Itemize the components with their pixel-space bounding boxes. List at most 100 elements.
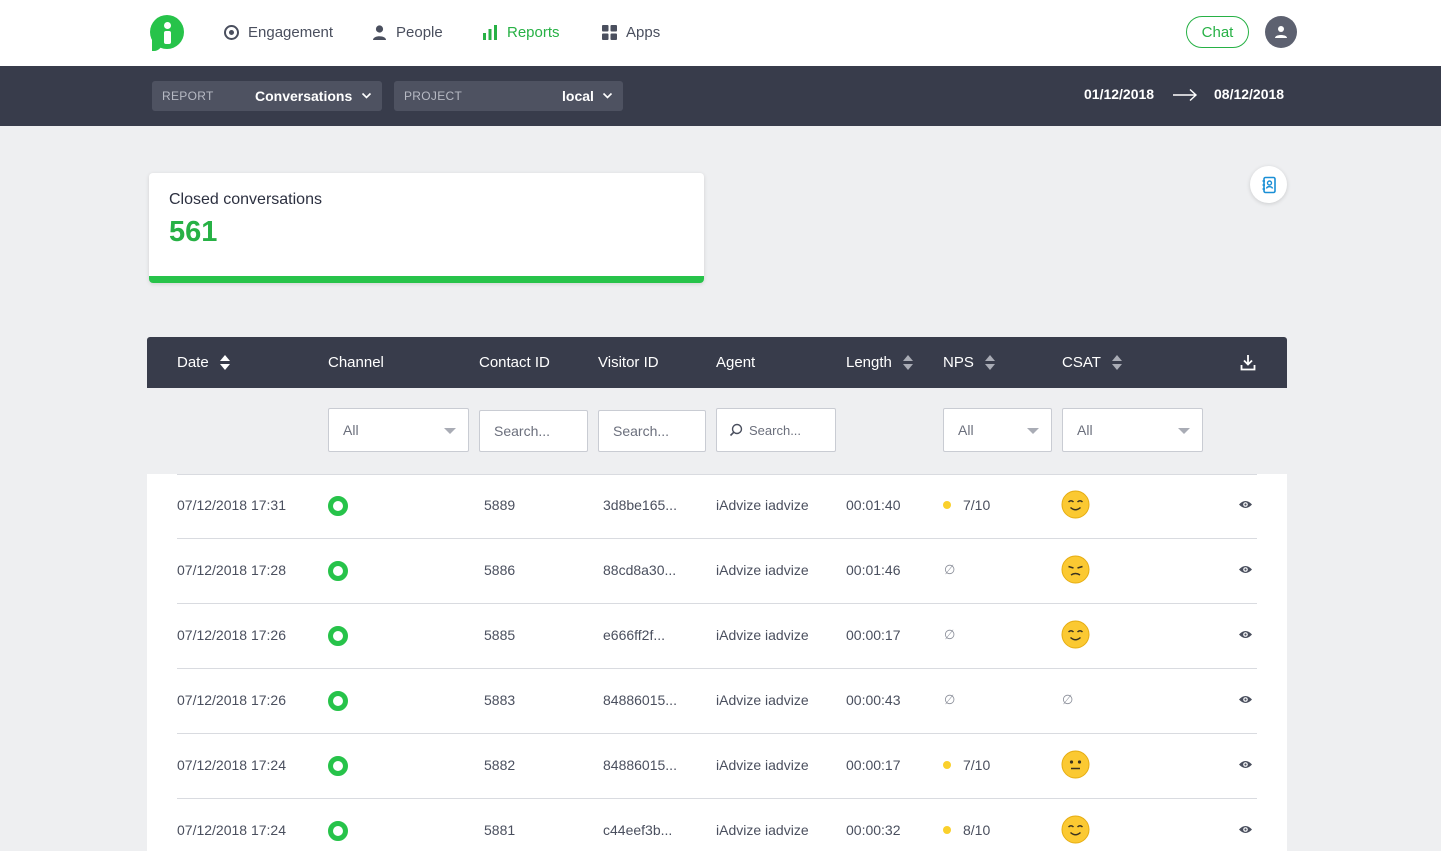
cell-contact-id: 5883: [484, 692, 516, 708]
chat-button[interactable]: Chat: [1186, 16, 1249, 48]
nps-filter[interactable]: All: [943, 408, 1052, 452]
table-header: Date Channel Contact ID Visitor ID Agent…: [147, 337, 1287, 388]
caret-down-icon: [1178, 428, 1190, 434]
chat-channel-icon: [328, 756, 348, 776]
happy-face-icon: [1061, 490, 1090, 519]
col-csat[interactable]: CSAT: [1062, 354, 1123, 371]
col-agent-label: Agent: [716, 354, 756, 371]
nav-engagement[interactable]: Engagement: [223, 21, 333, 43]
eye-icon[interactable]: [1238, 629, 1253, 640]
report-select-value: Conversations: [255, 88, 353, 104]
cell-date: 07/12/2018 17:24: [177, 757, 286, 773]
contact-id-search[interactable]: Search...: [479, 410, 588, 452]
kpi-value: 561: [169, 216, 218, 248]
happy-face-icon: [1061, 815, 1090, 844]
date-to[interactable]: 08/12/2018: [1214, 86, 1284, 102]
eye-icon[interactable]: [1238, 499, 1253, 510]
caret-down-icon: [444, 428, 456, 434]
cell-nps: ∅: [944, 627, 956, 642]
grid-icon: [602, 24, 617, 40]
project-select-value: local: [562, 88, 594, 104]
table-body: 07/12/2018 17:31 5889 3d8be165... iAdvize i…: [147, 474, 1287, 851]
cell-csat: ∅: [1062, 692, 1074, 707]
cell-visitor-id: 3d8be165...: [603, 497, 677, 513]
channel-filter[interactable]: All: [328, 408, 469, 452]
cell-nps: 7/10: [943, 757, 990, 773]
logo[interactable]: [150, 15, 184, 51]
cell-date: 07/12/2018 17:28: [177, 562, 286, 578]
visitor-id-search-placeholder: Search...: [613, 423, 670, 439]
sort-icon[interactable]: [984, 354, 996, 371]
col-csat-label: CSAT: [1062, 354, 1101, 371]
csat-filter-value: All: [1077, 422, 1093, 438]
col-contact-id: Contact ID: [479, 354, 550, 371]
caret-down-icon: [1027, 428, 1039, 434]
eye-icon[interactable]: [1238, 694, 1253, 705]
cell-visitor-id: 84886015...: [603, 757, 677, 773]
project-select[interactable]: PROJECT local: [394, 81, 623, 111]
download-icon[interactable]: [1240, 354, 1256, 371]
chat-channel-icon: [328, 691, 348, 711]
cell-agent: iAdvize iadvize: [716, 627, 809, 643]
table-row[interactable]: 07/12/2018 17:26 5883 84886015... iAdvize i…: [147, 669, 1287, 734]
sort-icon[interactable]: [1111, 354, 1123, 371]
csat-filter[interactable]: All: [1062, 408, 1203, 452]
table-row[interactable]: 07/12/2018 17:24 5881 c44eef3b... iAdvize i…: [147, 799, 1287, 851]
cell-visitor-id: 84886015...: [603, 692, 677, 708]
col-agent: Agent: [716, 354, 755, 371]
table-row[interactable]: 07/12/2018 17:24 5882 84886015... iAdvize i…: [147, 734, 1287, 799]
kpi-accent-bar: [149, 276, 704, 283]
nav-reports[interactable]: Reports: [481, 21, 560, 43]
col-length[interactable]: Length: [846, 354, 914, 371]
cell-date: 07/12/2018 17:26: [177, 627, 286, 643]
sort-icon[interactable]: [219, 354, 231, 371]
bar-chart-icon: [483, 24, 497, 40]
table-row[interactable]: 07/12/2018 17:31 5889 3d8be165... iAdvize i…: [147, 474, 1287, 539]
cell-agent: iAdvize iadvize: [716, 822, 809, 838]
eye-icon[interactable]: [1238, 564, 1253, 575]
cell-nps: 7/10: [943, 497, 990, 513]
avatar[interactable]: [1265, 16, 1297, 48]
user-icon: [1275, 26, 1287, 38]
table-row[interactable]: 07/12/2018 17:26 5885 e666ff2f... iAdvize i…: [147, 604, 1287, 669]
visitor-id-search[interactable]: Search...: [598, 410, 706, 452]
report-select[interactable]: REPORT Conversations: [152, 81, 382, 111]
person-icon: [373, 24, 386, 40]
col-nps-label: NPS: [943, 354, 974, 371]
table-row[interactable]: 07/12/2018 17:28 5886 88cd8a30... iAdvize i…: [147, 539, 1287, 604]
cell-agent: iAdvize iadvize: [716, 692, 809, 708]
date-from[interactable]: 01/12/2018: [1084, 86, 1154, 102]
cell-date: 07/12/2018 17:24: [177, 822, 286, 838]
chat-channel-icon: [328, 561, 348, 581]
sort-icon[interactable]: [902, 354, 914, 371]
eye-icon[interactable]: [1238, 759, 1253, 770]
col-date[interactable]: Date: [177, 354, 231, 371]
cell-contact-id: 5882: [484, 757, 516, 773]
col-nps[interactable]: NPS: [943, 354, 996, 371]
cell-length: 00:00:17: [846, 757, 901, 773]
kpi-card: Closed conversations 561: [149, 173, 704, 283]
nav-people[interactable]: People: [371, 21, 443, 43]
chevron-down-icon: [361, 92, 372, 99]
col-visitor-id-label: Visitor ID: [598, 354, 659, 371]
nav-apps[interactable]: Apps: [601, 21, 660, 43]
cell-agent: iAdvize iadvize: [716, 562, 809, 578]
agent-search[interactable]: Search...: [716, 408, 836, 452]
sad-face-icon: [1061, 555, 1090, 584]
contacts-button[interactable]: [1250, 166, 1287, 203]
kpi-title: Closed conversations: [169, 191, 322, 208]
chat-channel-icon: [328, 626, 348, 646]
arrow-right-icon: [1173, 88, 1198, 102]
cell-contact-id: 5886: [484, 562, 516, 578]
cell-nps: ∅: [944, 562, 956, 577]
project-select-label: PROJECT: [404, 89, 463, 103]
target-icon: [224, 24, 239, 40]
channel-filter-value: All: [343, 422, 359, 438]
cell-contact-id: 5885: [484, 627, 516, 643]
eye-icon[interactable]: [1238, 824, 1253, 835]
contact-id-search-placeholder: Search...: [494, 423, 551, 439]
chevron-down-icon: [602, 92, 613, 99]
col-length-label: Length: [846, 354, 892, 371]
cell-visitor-id: e666ff2f...: [603, 627, 666, 643]
cell-nps-value: 8/10: [963, 822, 991, 838]
